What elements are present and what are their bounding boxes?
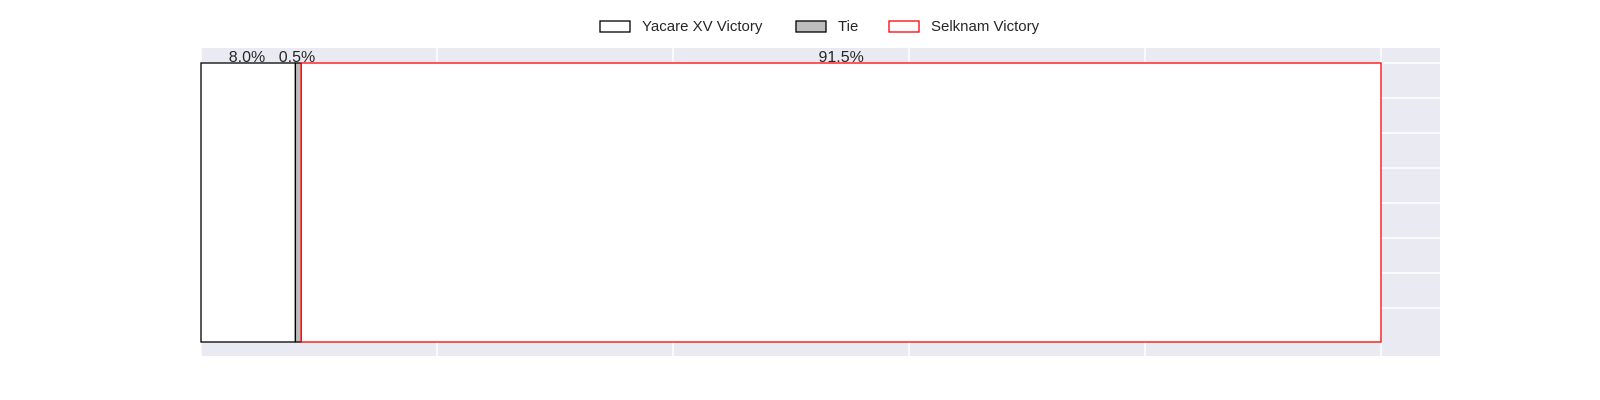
legend-label-0: Yacare XV Victory (642, 18, 763, 35)
data-label-0: 8.0% (229, 49, 265, 66)
stacked-bar-chart: 8.0% 0.5% 91.5% Yacare XV Victory Tie Selkna… (200, 18, 1440, 356)
legend-swatch-0 (599, 20, 631, 33)
bar-segment-0 (200, 62, 297, 343)
legend-label-1: Tie (838, 18, 858, 35)
data-label-2: 91.5% (818, 49, 863, 66)
bar-segments (200, 62, 1382, 343)
data-label-1: 0.5% (279, 49, 315, 66)
legend-label-2: Selknam Victory (931, 18, 1040, 35)
legend: Yacare XV Victory Tie Selknam Victory (599, 18, 1040, 35)
bar-segment-2 (300, 62, 1382, 343)
legend-swatch-2 (888, 20, 920, 33)
bar-segment-1 (294, 62, 302, 343)
legend-swatch-1 (795, 20, 827, 33)
